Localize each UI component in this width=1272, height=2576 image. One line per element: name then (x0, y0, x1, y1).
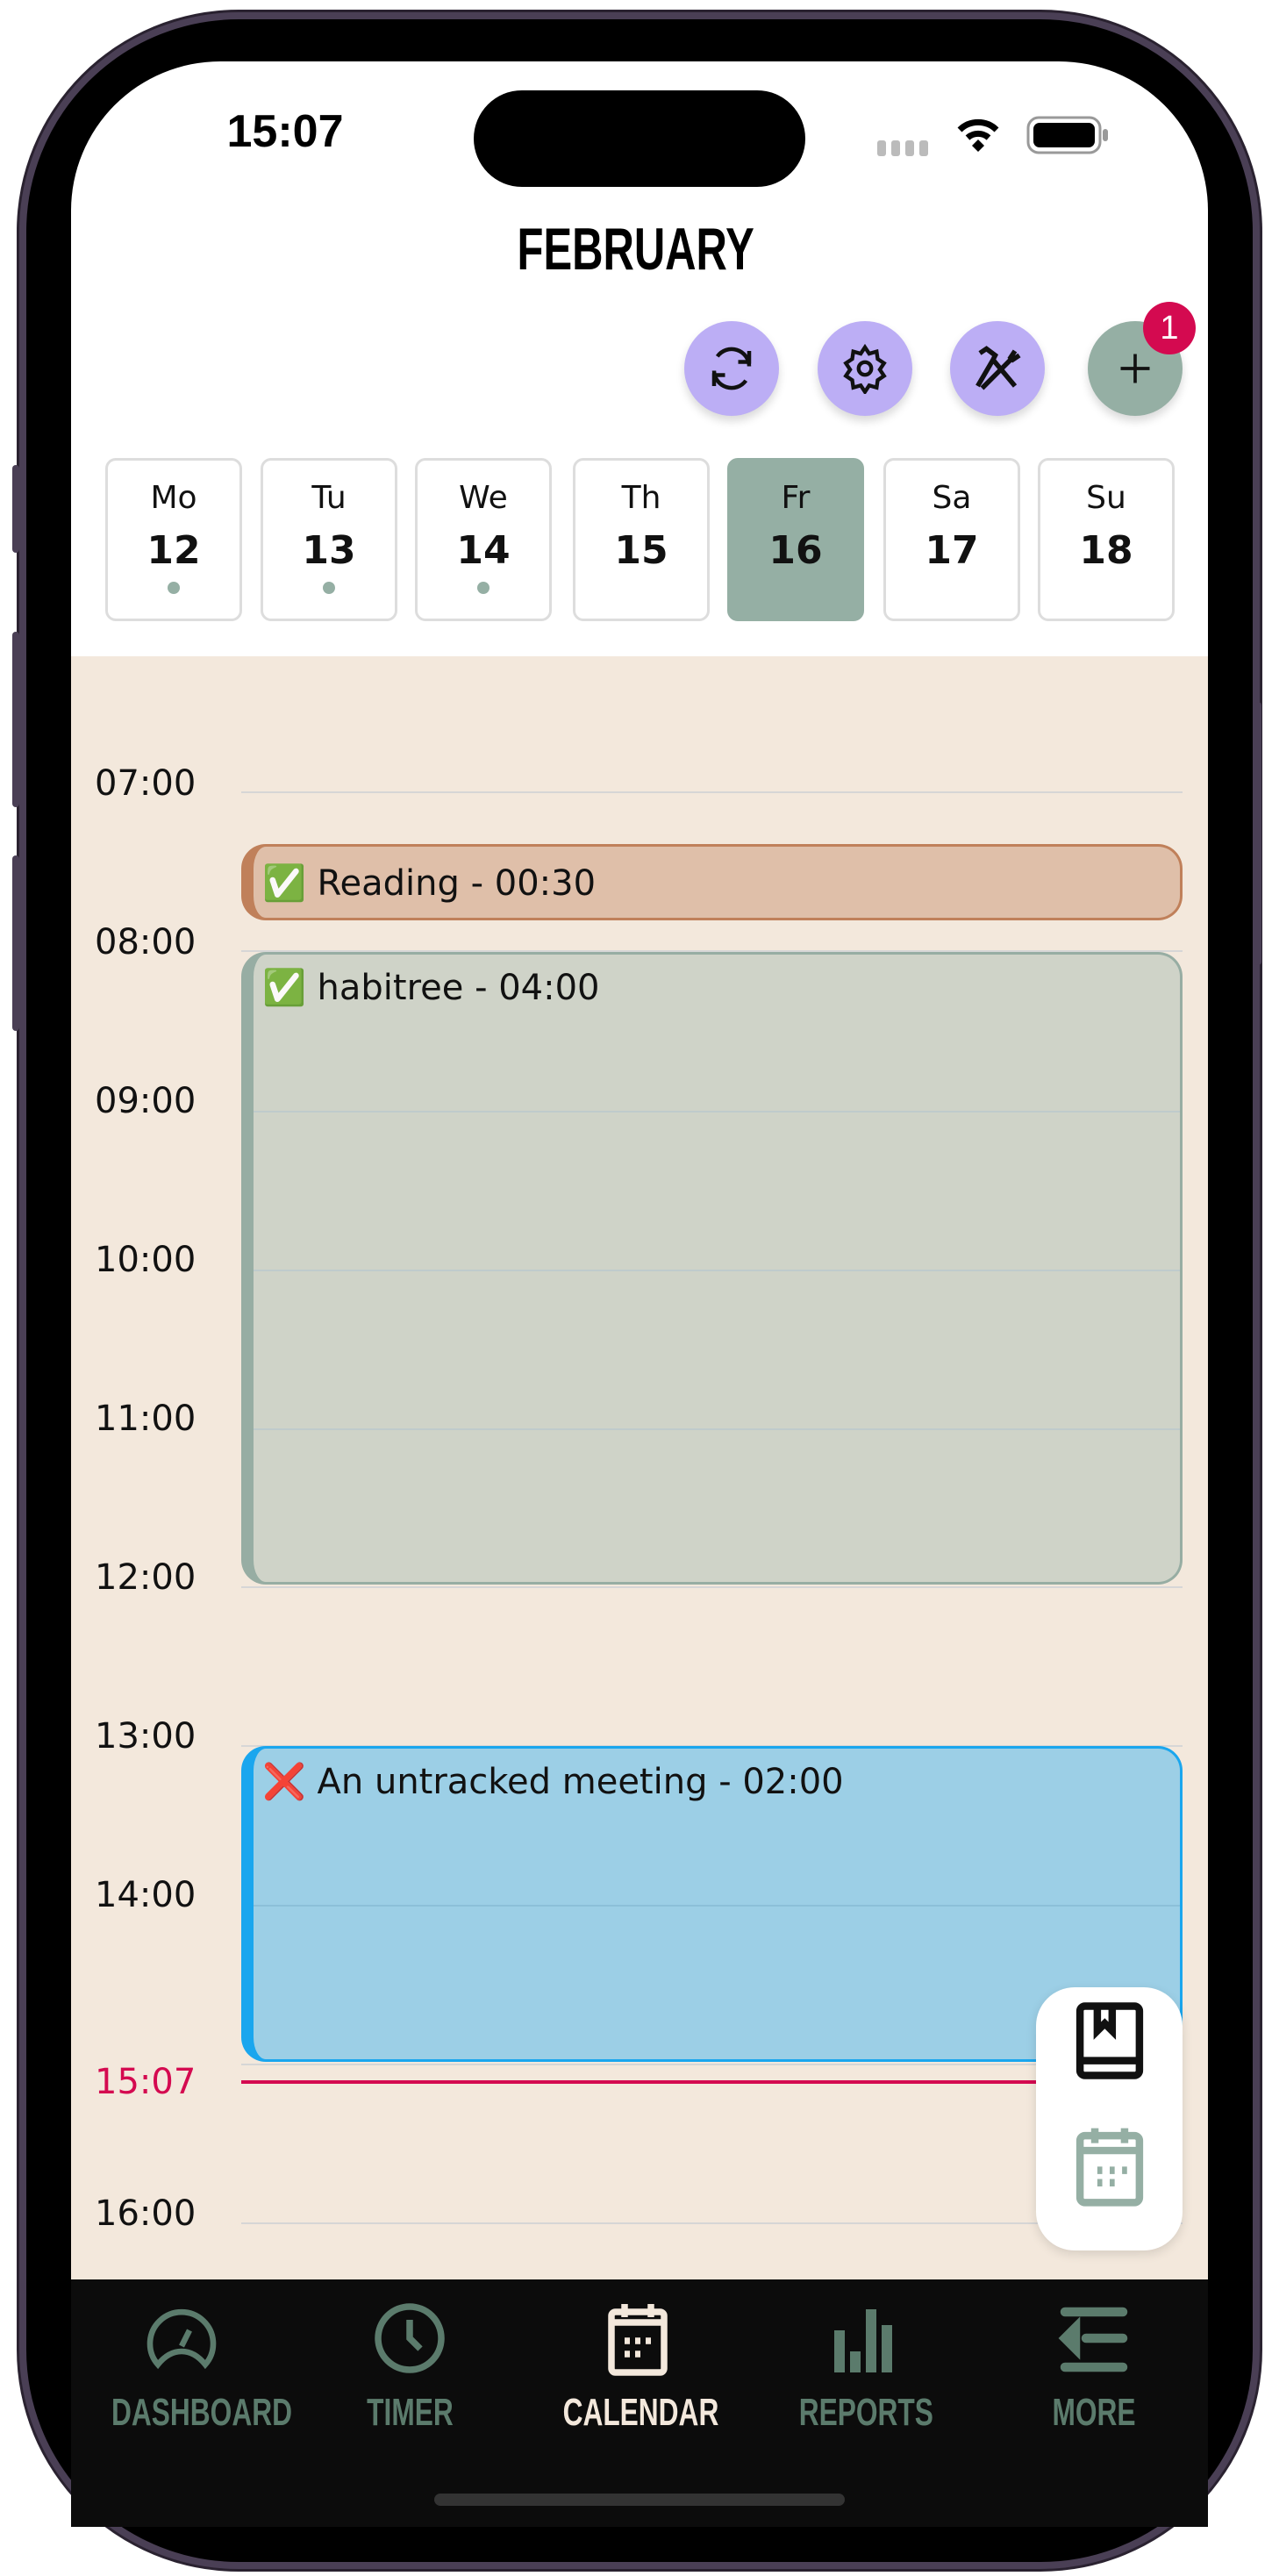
plus-icon (1120, 354, 1150, 383)
hour-label: 13:00 (95, 1716, 197, 1757)
event-dot (168, 582, 180, 594)
book-icon[interactable] (1072, 1999, 1147, 2083)
hour-label: 08:00 (95, 922, 197, 962)
power-button (1254, 702, 1261, 965)
hour-line (254, 1428, 1180, 1430)
day-cell-we[interactable]: We 14 (415, 458, 552, 621)
day-of-week: Su (1086, 480, 1126, 516)
day-cell-th[interactable]: Th 15 (573, 458, 710, 621)
tab-calendar[interactable]: CALENDAR (532, 2299, 743, 2435)
bar-chart-icon (834, 2309, 892, 2372)
day-number: 13 (302, 528, 356, 573)
untracked-x-icon: ❌ (262, 1762, 306, 1802)
day-number: 16 (768, 528, 823, 573)
hour-label: 14:00 (95, 1875, 197, 1915)
action-button (12, 465, 19, 553)
tab-label: CALENDAR (562, 2391, 719, 2434)
notification-badge: 1 (1143, 302, 1196, 354)
dynamic-island (474, 90, 805, 187)
day-number: 17 (925, 528, 979, 573)
hour-label: 11:00 (95, 1399, 197, 1439)
hour-label: 10:00 (95, 1240, 197, 1280)
completed-check-icon: ✅ (262, 968, 306, 1008)
day-of-week: Sa (932, 480, 972, 516)
day-of-week: Mo (150, 480, 197, 516)
day-number: 18 (1079, 528, 1133, 573)
event-reading[interactable]: ✅ Reading - 00:30 (241, 844, 1183, 920)
battery-icon (1026, 116, 1108, 154)
signal-icon (877, 140, 928, 156)
hour-line (241, 791, 1183, 793)
hour-line (254, 1111, 1180, 1113)
calendar-view-icon[interactable] (1072, 2123, 1147, 2207)
day-of-week: Tu (311, 480, 347, 516)
tab-reports[interactable]: REPORTS (761, 2299, 971, 2435)
gear-icon (843, 343, 887, 394)
day-number: 12 (146, 528, 201, 573)
dashboard-icon (146, 2308, 217, 2370)
hour-label: 09:00 (95, 1081, 197, 1121)
day-of-week: Fr (781, 480, 811, 516)
event-label: Reading - 00:30 (317, 863, 597, 904)
sync-button[interactable] (684, 321, 779, 416)
completed-check-icon: ✅ (262, 863, 306, 904)
tab-label: REPORTS (798, 2391, 933, 2434)
volume-up-button (12, 632, 19, 807)
status-time: 15:07 (226, 106, 344, 157)
event-habitree[interactable]: ✅ habitree - 04:00 (241, 952, 1183, 1585)
home-indicator[interactable] (434, 2494, 845, 2506)
hour-label: 12:00 (95, 1557, 197, 1598)
tab-label: DASHBOARD (111, 2391, 292, 2434)
hour-line (241, 1586, 1183, 1588)
day-of-week: Th (621, 480, 661, 516)
wifi-icon (957, 118, 999, 152)
tab-timer[interactable]: TIMER (304, 2299, 515, 2435)
day-number: 15 (614, 528, 668, 573)
current-time-label: 15:07 (95, 2062, 197, 2102)
page-title: FEBRUARY (517, 216, 755, 283)
hour-label: 07:00 (95, 763, 197, 804)
hour-label: 16:00 (95, 2193, 197, 2234)
tab-dashboard[interactable]: DASHBOARD (76, 2299, 292, 2435)
settings-button[interactable] (818, 321, 912, 416)
calendar-icon (608, 2304, 668, 2376)
tools-icon (975, 346, 1021, 390)
day-cell-su[interactable]: Su 18 (1038, 458, 1175, 621)
volume-down-button (12, 855, 19, 1031)
day-cell-sa[interactable]: Sa 17 (883, 458, 1020, 621)
tab-more[interactable]: MORE (989, 2299, 1199, 2435)
day-of-week: We (459, 480, 508, 516)
day-cell-tu[interactable]: Tu 13 (261, 458, 397, 621)
day-number: 14 (456, 528, 511, 573)
day-cell-mo[interactable]: Mo 12 (105, 458, 242, 621)
event-label: An untracked meeting - 02:00 (317, 1762, 844, 1802)
clock-icon (375, 2303, 445, 2373)
hour-line (254, 1905, 1180, 1907)
menu-icon (1058, 2307, 1128, 2372)
tab-label: TIMER (366, 2391, 454, 2434)
event-label: habitree - 04:00 (317, 968, 600, 1008)
sync-icon (711, 347, 752, 390)
event-dot (323, 582, 335, 594)
day-cell-fr-selected[interactable]: Fr 16 (727, 458, 864, 621)
tab-label: MORE (1052, 2391, 1136, 2434)
event-dot (477, 582, 490, 594)
tools-button[interactable] (950, 321, 1045, 416)
hour-line (254, 1270, 1180, 1271)
